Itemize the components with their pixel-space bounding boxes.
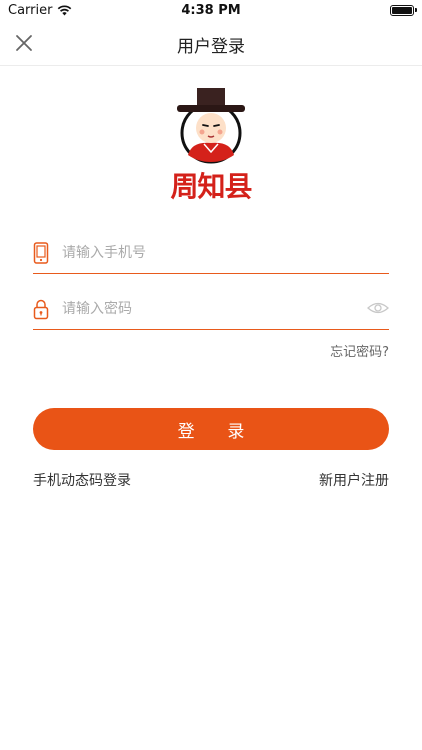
brand-name: 周知县 (170, 170, 252, 203)
phone-icon (33, 242, 49, 264)
login-button[interactable]: 登 录 (33, 408, 389, 450)
password-input[interactable] (62, 297, 352, 321)
sms-login-link[interactable]: 手机动态码登录 (33, 470, 131, 490)
clock: 4:38 PM (181, 3, 241, 18)
lock-icon (33, 299, 49, 320)
forgot-password-link[interactable]: 忘记密码? (330, 341, 389, 360)
password-field (33, 289, 389, 330)
phone-input[interactable] (62, 241, 352, 265)
status-bar: Carrier 4:38 PM (0, 0, 422, 22)
phone-field (33, 233, 389, 274)
register-link[interactable]: 新用户注册 (319, 470, 389, 490)
battery-icon (390, 5, 417, 16)
brand-logo: 周知县 (160, 83, 262, 203)
eye-icon[interactable] (367, 300, 389, 316)
page-title: 用户登录 (177, 37, 245, 57)
navigation-bar: 用户登录 (0, 22, 422, 66)
